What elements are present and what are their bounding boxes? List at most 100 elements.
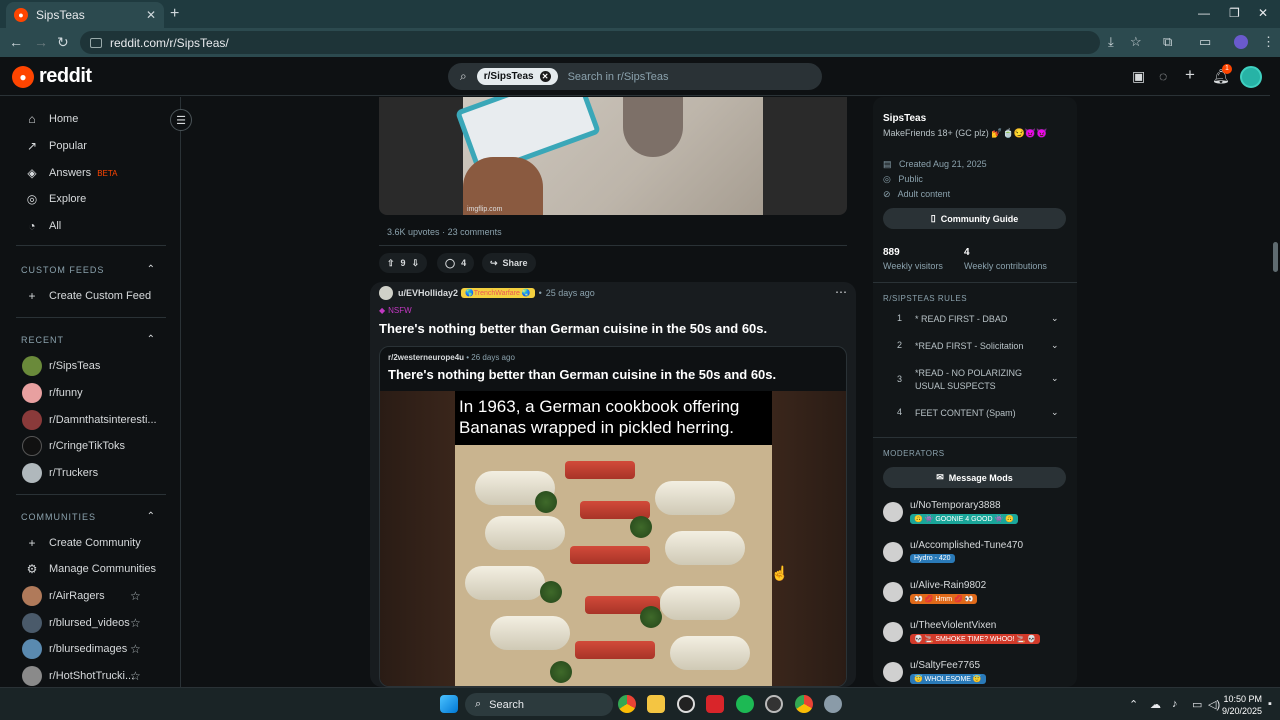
crosspost-title[interactable]: There's nothing better than German cuisi…: [388, 367, 776, 382]
chevron-up-icon[interactable]: ⌃: [147, 264, 156, 275]
close-tab-icon[interactable]: ✕: [146, 8, 156, 22]
file-explorer-icon[interactable]: [647, 695, 665, 713]
nav-home[interactable]: ⌂ Home: [0, 106, 180, 132]
post-card[interactable]: u/EVHolliday2 🌎TrenchWarfare 🌏 • 25 days…: [370, 282, 856, 687]
favorite-star-icon[interactable]: ☆: [130, 616, 141, 630]
community-item[interactable]: r/AirRagers ☆: [0, 583, 180, 609]
crosspost-card[interactable]: r/2westerneurope4u • 26 days ago There's…: [379, 346, 847, 687]
bookmark-star-icon[interactable]: ☆: [1130, 34, 1142, 50]
user-avatar[interactable]: [1240, 66, 1262, 88]
settings-icon[interactable]: [824, 695, 842, 713]
favorite-star-icon[interactable]: ☆: [130, 642, 141, 656]
windows-start-icon[interactable]: [440, 695, 458, 713]
moderator-item[interactable]: u/Accomplished-Tune470 Hydro - 420: [883, 540, 1066, 572]
moderator-item[interactable]: u/TheeViolentVixen 💀 🚬 SMHOKE TIME? WHOO…: [883, 620, 1066, 652]
moderator-name[interactable]: u/SaltyFee7765: [910, 660, 980, 671]
address-bar[interactable]: reddit.com/r/SipsTeas/: [80, 31, 1100, 54]
favorite-star-icon[interactable]: ☆: [130, 589, 141, 603]
forward-icon[interactable]: →: [34, 34, 48, 50]
downvote-icon[interactable]: ⇩: [412, 258, 420, 269]
app-icon[interactable]: [765, 695, 783, 713]
chatgpt-icon[interactable]: [677, 695, 695, 713]
spotify-icon[interactable]: [736, 695, 754, 713]
cloud-icon[interactable]: ☁: [1150, 698, 1161, 711]
wps-office-icon[interactable]: [706, 695, 724, 713]
rule-item[interactable]: 1 * READ FIRST - DBAD ⌄: [883, 313, 1066, 339]
moderator-item[interactable]: u/SaltyFee7765 😇 WHOLESOME 😇: [883, 660, 1066, 687]
split-view-icon[interactable]: ▭: [1199, 34, 1211, 50]
share-button[interactable]: ↪ Share: [482, 253, 536, 273]
more-options-icon[interactable]: ⋯: [835, 285, 847, 299]
moderator-name[interactable]: u/NoTemporary3888: [910, 500, 1001, 511]
scrollbar-thumb[interactable]: [1273, 242, 1278, 272]
rule-item[interactable]: 4 FEET CONTENT (Spam) ⌄: [883, 407, 1066, 433]
collapse-sidebar-icon[interactable]: ☰: [170, 109, 192, 131]
moderator-item[interactable]: u/Alive-Rain9802 👀 💋 Hmm 💋 👀: [883, 580, 1066, 612]
browser-tab[interactable]: ● SipsTeas ✕: [6, 2, 164, 28]
manage-communities[interactable]: ⚙ Manage Communities: [0, 556, 180, 582]
chevron-up-icon[interactable]: ⌃: [147, 334, 156, 345]
moderator-item[interactable]: u/NoTemporary3888 🙃 👾 GOONIE 4 GOOD 👾 🙃: [883, 500, 1066, 532]
reddit-logo[interactable]: ● reddit: [12, 65, 92, 88]
nav-answers[interactable]: ◈ Answers BETA: [0, 160, 180, 186]
chevron-up-icon[interactable]: ⌃: [1129, 698, 1138, 711]
volume-icon[interactable]: ◁): [1208, 698, 1220, 711]
network-icon[interactable]: ▭: [1192, 698, 1202, 711]
search-input[interactable]: Search in r/SipsTeas: [568, 71, 669, 83]
moderator-name[interactable]: u/Alive-Rain9802: [910, 580, 986, 591]
moderator-name[interactable]: u/Accomplished-Tune470: [910, 540, 1023, 551]
upvote-icon[interactable]: ⇧: [387, 258, 395, 269]
minimize-icon[interactable]: —: [1198, 6, 1210, 20]
notification-center-icon[interactable]: ▪: [1268, 698, 1272, 710]
chevron-up-icon[interactable]: ⌃: [147, 511, 156, 522]
taskbar-search[interactable]: ⌕ Search: [465, 693, 613, 716]
message-mods-button[interactable]: ✉ Message Mods: [883, 467, 1066, 488]
community-item[interactable]: r/blursedimages ☆: [0, 636, 180, 662]
communities-header[interactable]: COMMUNITIES ⌃: [21, 511, 156, 522]
custom-feeds-header[interactable]: CUSTOM FEEDS ⌃: [21, 264, 156, 275]
install-app-icon[interactable]: ⤓: [1108, 34, 1114, 50]
restore-icon[interactable]: ❐: [1229, 6, 1240, 20]
rule-item[interactable]: 3 *READ - NO POLARIZING USUAL SUSPECTS ⌄: [883, 367, 1066, 403]
chevron-down-icon[interactable]: ⌄: [1051, 407, 1059, 418]
recent-item[interactable]: r/CringeTikToks: [0, 433, 180, 459]
recent-item[interactable]: r/Damnthatsinteresti...: [0, 407, 180, 433]
comments-button[interactable]: ◯ 4: [437, 253, 475, 273]
create-community[interactable]: + Create Community: [0, 530, 180, 556]
page-scrollbar[interactable]: [1271, 57, 1280, 687]
nav-explore[interactable]: ◎ Explore: [0, 186, 180, 212]
back-icon[interactable]: ←: [9, 34, 23, 50]
recent-item[interactable]: r/funny: [0, 380, 180, 406]
post-title[interactable]: There's nothing better than German cuisi…: [379, 321, 767, 336]
nav-all[interactable]: ◔ All: [0, 213, 180, 239]
search-bar[interactable]: ⌕ r/SipsTeas ✕ Search in r/SipsTeas: [448, 63, 822, 90]
recent-header[interactable]: RECENT ⌃: [21, 334, 156, 345]
profile-icon[interactable]: [1234, 35, 1248, 49]
create-post-icon[interactable]: +: [1185, 65, 1195, 85]
crosspost-subreddit[interactable]: r/2westerneurope4u: [388, 353, 464, 362]
new-tab-icon[interactable]: +: [170, 5, 179, 23]
site-info-icon[interactable]: [90, 37, 102, 48]
extensions-icon[interactable]: ⧉: [1163, 34, 1172, 50]
chrome-icon[interactable]: [618, 695, 636, 713]
search-scope-chip[interactable]: r/SipsTeas ✕: [476, 68, 558, 85]
community-item[interactable]: r/blursed_videos ☆: [0, 610, 180, 636]
chrome-active-icon[interactable]: [795, 695, 813, 713]
moderator-name[interactable]: u/TheeViolentVixen: [910, 620, 996, 631]
nav-popular[interactable]: ↗ Popular: [0, 133, 180, 159]
favorite-star-icon[interactable]: ☆: [130, 669, 141, 683]
chevron-down-icon[interactable]: ⌄: [1051, 340, 1059, 351]
create-custom-feed[interactable]: + Create Custom Feed: [0, 283, 180, 309]
user-avatar[interactable]: [379, 286, 393, 300]
remove-scope-icon[interactable]: ✕: [539, 71, 551, 82]
chat-icon[interactable]: ◌: [1159, 68, 1167, 84]
close-window-icon[interactable]: ✕: [1258, 6, 1268, 20]
post-media[interactable]: imgflip.com: [379, 97, 847, 215]
post-image[interactable]: In 1963, a German cookbook offering Bana…: [380, 391, 846, 686]
taskbar-clock[interactable]: 10:50 PM 9/20/2025: [1222, 693, 1262, 717]
microphone-icon[interactable]: ♪: [1172, 698, 1178, 710]
chevron-down-icon[interactable]: ⌄: [1051, 313, 1059, 324]
advertise-icon[interactable]: ▣: [1132, 68, 1145, 85]
reload-icon[interactable]: ↻: [57, 34, 69, 51]
community-item[interactable]: r/HotShotTrucki... ☆: [0, 663, 180, 687]
